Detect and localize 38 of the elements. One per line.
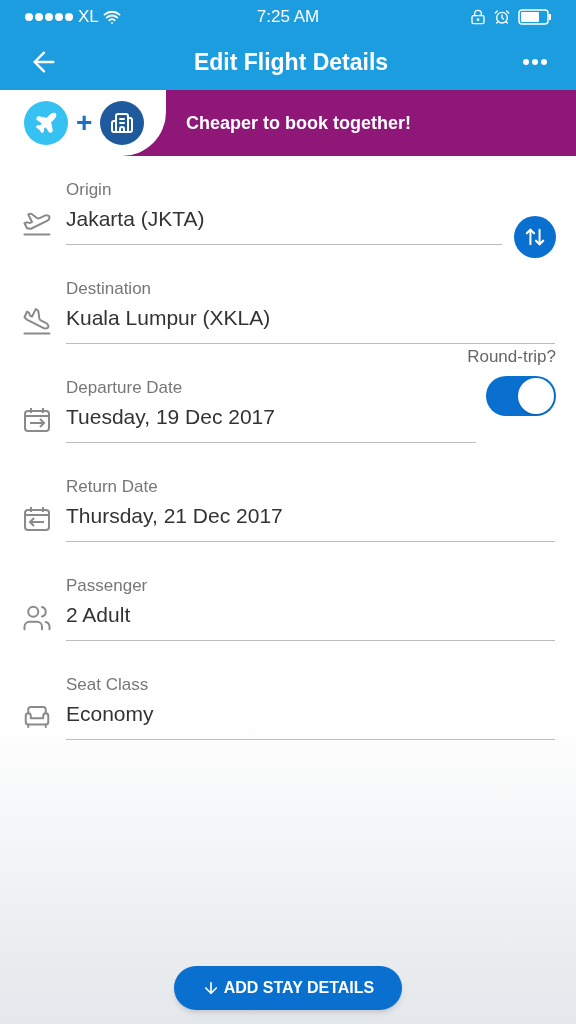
wifi-icon	[102, 8, 121, 26]
more-options-icon[interactable]	[522, 58, 548, 66]
landing-icon	[22, 305, 52, 336]
round-trip-label: Round-trip?	[467, 346, 556, 368]
form-field[interactable]: Seat Class Economy	[66, 673, 555, 740]
hotel-icon	[100, 101, 145, 145]
field-value: Kuala Lumpur (XKLA)	[66, 305, 272, 331]
field-label: Destination	[66, 278, 153, 300]
field-value: Jakarta (JKTA)	[66, 206, 206, 232]
field-label: Seat Class	[66, 674, 150, 696]
battery-icon	[518, 9, 552, 25]
alarm-icon	[494, 9, 510, 25]
field-label: Return Date	[66, 476, 159, 498]
form-field[interactable]: Passenger 2 Adult	[66, 574, 555, 641]
swap-button[interactable]	[514, 216, 556, 258]
field-label: Origin	[66, 179, 113, 201]
field-label: Passenger	[66, 575, 149, 597]
field-label: Departure Date	[66, 377, 184, 399]
promo-text: Cheaper to book together!	[185, 111, 411, 135]
clock-time: 7:25 AM	[256, 6, 320, 29]
field-value: Thursday, 21 Dec 2017	[66, 503, 284, 529]
plane-icon	[24, 101, 68, 145]
promo-banner[interactable]: + Cheaper to book together!	[0, 90, 576, 156]
field-value: 2 Adult	[66, 602, 132, 628]
plus-sign: +	[76, 109, 93, 137]
form-field[interactable]: Origin Jakarta (JKTA)	[66, 178, 502, 245]
form-field[interactable]: Destination Kuala Lumpur (XKLA)	[66, 277, 555, 344]
round-trip-toggle[interactable]	[486, 375, 556, 416]
form-field[interactable]: Return Date Thursday, 21 Dec 2017	[66, 475, 555, 542]
add-stay-button[interactable]: ADD STAY DETAILS	[174, 966, 402, 1010]
field-value: Economy	[66, 701, 155, 727]
form-field[interactable]: Departure Date Tuesday, 19 Dec 2017	[66, 376, 476, 443]
field-value: Tuesday, 19 Dec 2017	[66, 404, 276, 430]
swap-arrows-icon	[524, 226, 546, 248]
screen-title: Edit Flight Details	[192, 47, 390, 77]
rotation-lock-icon	[470, 9, 486, 25]
carrier-name: XL	[78, 6, 99, 29]
signal-icon	[24, 12, 74, 22]
